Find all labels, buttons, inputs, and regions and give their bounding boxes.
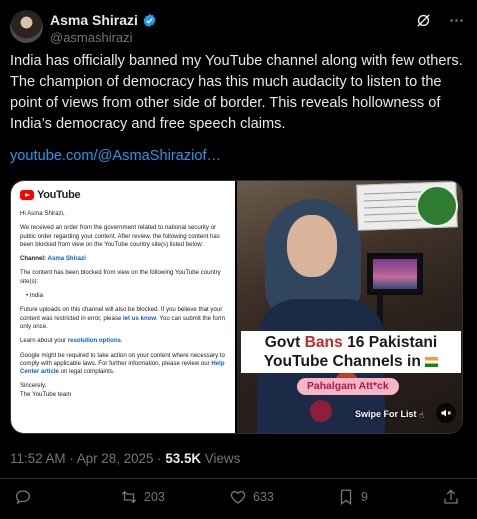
author-name-row: Asma Shirazi bbox=[50, 12, 157, 28]
notice-channel-name: Asma Shirazi bbox=[46, 255, 86, 263]
speaker-muted-icon bbox=[441, 409, 451, 417]
more-options-icon[interactable] bbox=[448, 12, 465, 29]
reply-icon bbox=[15, 490, 31, 505]
tweet-text: India has officially banned my YouTube c… bbox=[10, 53, 463, 132]
presenter-figure bbox=[257, 199, 385, 433]
like-button[interactable]: 633 bbox=[229, 488, 274, 506]
notice-resolution-link: resolution options bbox=[67, 337, 121, 345]
notice-para-5-tail: on legal complaints. bbox=[58, 368, 115, 376]
swipe-text: Swipe For List bbox=[355, 409, 417, 419]
like-count: 633 bbox=[253, 490, 274, 504]
reply-button[interactable] bbox=[14, 488, 38, 506]
youtube-logo-text: YouTube bbox=[37, 188, 81, 201]
media-image-youtube-notice[interactable]: YouTube Hi Asma Shirazi, We received an … bbox=[11, 181, 235, 433]
notice-para-3: Future uploads on this channel will also… bbox=[20, 306, 226, 331]
retweet-icon bbox=[121, 490, 137, 504]
author-handle[interactable]: @asmashirazi bbox=[50, 30, 133, 45]
india-flag-icon bbox=[425, 357, 439, 367]
bookmark-icon bbox=[340, 489, 352, 506]
views-count: 53.5K bbox=[165, 451, 202, 466]
notice-team: The YouTube team bbox=[20, 390, 72, 398]
youtube-logo: YouTube bbox=[20, 188, 226, 201]
notice-let-us-know-link: let us know bbox=[122, 314, 157, 322]
bookmark-button[interactable]: 9 bbox=[337, 488, 368, 506]
notice-para-2: The content has been blocked from view o… bbox=[20, 269, 221, 285]
notice-para-5-text: Google might be required to take action … bbox=[20, 351, 225, 367]
notice-para-5: Google might be required to take action … bbox=[20, 352, 226, 377]
thumbnail-headline: Govt Bans 16 Pakistani YouTube Channels … bbox=[241, 331, 461, 373]
tweet-header: Asma Shirazi @asmashirazi bbox=[10, 6, 465, 46]
bookmark-count: 9 bbox=[361, 490, 368, 504]
media-container[interactable]: YouTube Hi Asma Shirazi, We received an … bbox=[10, 180, 463, 434]
tweet-timestamp[interactable]: 11:52 AM · Apr 28, 2025 · bbox=[10, 451, 165, 466]
notice-country-name: India bbox=[29, 292, 44, 300]
notice-para-4: Learn about your resolution options. bbox=[20, 337, 226, 345]
divider bbox=[0, 478, 477, 479]
headline-bans: Bans bbox=[304, 334, 343, 351]
notice-para-4-text: Learn about your bbox=[20, 337, 68, 345]
thumbnail-tag: Pahalgam Att*ck bbox=[297, 378, 399, 395]
hand-point-icon: ☝ bbox=[418, 410, 424, 420]
share-button[interactable] bbox=[442, 488, 460, 506]
heart-icon bbox=[230, 490, 246, 504]
youtube-play-icon bbox=[20, 190, 34, 200]
views-label: Views bbox=[201, 451, 241, 466]
swipe-caption: Swipe For List ☝ bbox=[355, 409, 428, 420]
notice-para-1: We received an order from the government… bbox=[20, 224, 220, 248]
tweet-meta: 11:52 AM · Apr 28, 2025 · 53.5K Views bbox=[10, 451, 240, 466]
verified-badge-icon bbox=[143, 13, 156, 27]
tweet-link[interactable]: youtube.com/@AsmaShiraziof… bbox=[10, 148, 221, 164]
headline-line-2: YouTube Channels in bbox=[263, 353, 426, 370]
author-display-name[interactable]: Asma Shirazi bbox=[50, 12, 138, 28]
avatar[interactable] bbox=[10, 10, 43, 43]
retweet-count: 203 bbox=[144, 490, 165, 504]
tweet-actions: 203 633 9 bbox=[0, 485, 477, 511]
notice-sincerely: Sincerely, bbox=[20, 382, 47, 390]
mute-button[interactable] bbox=[436, 403, 456, 423]
retweet-button[interactable]: 203 bbox=[120, 488, 165, 506]
notice-country: • India bbox=[26, 292, 44, 300]
notice-channel-label: Channel: bbox=[20, 255, 47, 263]
media-image-news-thumbnail[interactable]: Govt Bans 16 Pakistani YouTube Channels … bbox=[237, 181, 462, 433]
headline-part-2: 16 Pakistani bbox=[342, 334, 438, 351]
header-actions bbox=[415, 12, 465, 29]
grok-icon[interactable] bbox=[415, 12, 432, 29]
notice-greeting: Hi Asma Shirazi, bbox=[20, 210, 65, 217]
notice-signoff: Sincerely, The YouTube team bbox=[20, 382, 226, 399]
share-icon bbox=[444, 489, 458, 504]
notice-channel: Channel: Asma Shirazi bbox=[20, 255, 226, 263]
notice-para-4-tail: . bbox=[120, 337, 123, 345]
headline-part-1: Govt bbox=[264, 334, 305, 351]
green-emblem bbox=[416, 185, 458, 227]
